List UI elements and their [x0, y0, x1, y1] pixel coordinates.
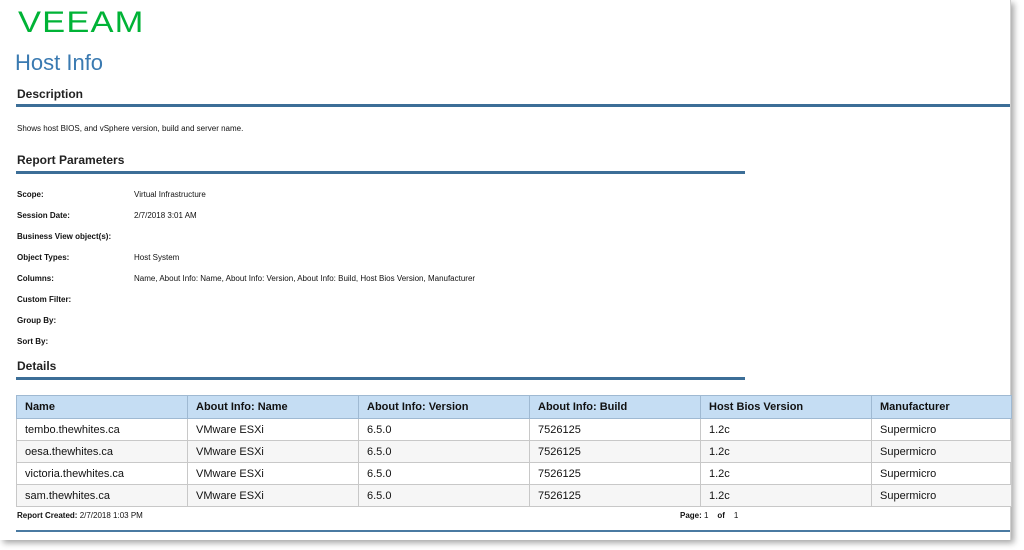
description-divider	[16, 104, 1010, 107]
report-page: VEEAM Host Info Description Shows host B…	[0, 0, 1012, 540]
table-cell: 1.2c	[700, 462, 872, 485]
table-cell: 7526125	[529, 484, 701, 507]
table-cell: victoria.thewhites.ca	[16, 462, 188, 485]
table-cell: VMware ESXi	[187, 440, 359, 463]
param-row-object-types: Object Types: Host System	[17, 253, 179, 262]
param-value: Virtual Infrastructure	[134, 190, 206, 199]
param-value: Name, About Info: Name, About Info: Vers…	[134, 274, 476, 283]
footer-divider	[16, 530, 1010, 532]
param-label: Business View object(s):	[17, 232, 112, 241]
param-label: Sort By:	[17, 337, 49, 346]
table-row: sam.thewhites.ca VMware ESXi 6.5.0 75261…	[16, 484, 1012, 507]
report-created: Report Created: 2/7/2018 1:03 PM	[17, 511, 143, 520]
page-total: 1	[733, 511, 739, 520]
table-row: victoria.thewhites.ca VMware ESXi 6.5.0 …	[16, 462, 1012, 485]
page-indicator: Page: 1 of 1	[680, 511, 738, 520]
table-cell: 6.5.0	[358, 440, 530, 463]
param-row-business-view: Business View object(s):	[17, 232, 134, 241]
table-cell: VMware ESXi	[187, 484, 359, 507]
page-title: Host Info	[15, 50, 104, 75]
report-created-value: 2/7/2018 1:03 PM	[79, 511, 143, 520]
table-cell: 7526125	[529, 418, 701, 441]
table-cell: 1.2c	[700, 418, 872, 441]
description-text: Shows host BIOS, and vSphere version, bu…	[17, 124, 244, 133]
table-cell: sam.thewhites.ca	[16, 484, 188, 507]
column-header-name: Name	[16, 395, 188, 419]
param-label: Custom Filter:	[17, 295, 72, 304]
description-heading: Description	[17, 87, 84, 101]
table-header-row: Name About Info: Name About Info: Versio…	[16, 395, 1012, 419]
table-cell: 6.5.0	[358, 462, 530, 485]
param-label: Group By:	[17, 316, 57, 325]
page-label: Page:	[680, 511, 702, 520]
details-heading: Details	[17, 359, 57, 373]
param-label: Columns:	[17, 274, 54, 283]
param-row-scope: Scope: Virtual Infrastructure	[17, 190, 206, 199]
table-row: oesa.thewhites.ca VMware ESXi 6.5.0 7526…	[16, 440, 1012, 463]
page-current: 1	[704, 511, 709, 520]
column-header-bios-version: Host Bios Version	[700, 395, 872, 419]
details-divider	[16, 377, 745, 380]
table-cell: 7526125	[529, 462, 701, 485]
report-parameters-heading: Report Parameters	[17, 153, 125, 167]
details-table: Name About Info: Name About Info: Versio…	[16, 395, 1012, 507]
table-cell: oesa.thewhites.ca	[16, 440, 188, 463]
param-label: Scope:	[17, 190, 44, 199]
table-row: tembo.thewhites.ca VMware ESXi 6.5.0 752…	[16, 418, 1012, 441]
param-row-custom-filter: Custom Filter:	[17, 295, 134, 304]
column-header-manufacturer: Manufacturer	[871, 395, 1012, 419]
report-created-label: Report Created:	[17, 511, 78, 520]
table-cell: Supermicro	[871, 462, 1012, 485]
veeam-logo: VEEAM	[18, 6, 145, 39]
report-parameters-divider	[16, 171, 745, 174]
param-value: Host System	[134, 253, 180, 262]
column-header-about-version: About Info: Version	[358, 395, 530, 419]
table-cell: 6.5.0	[358, 418, 530, 441]
table-cell: 7526125	[529, 440, 701, 463]
table-cell: Supermicro	[871, 418, 1012, 441]
table-cell: VMware ESXi	[187, 462, 359, 485]
page-of-label: of	[717, 511, 725, 520]
param-row-group-by: Group By:	[17, 316, 134, 325]
param-label: Session Date:	[17, 211, 70, 220]
table-cell: 1.2c	[700, 484, 872, 507]
table-cell: VMware ESXi	[187, 418, 359, 441]
table-cell: 1.2c	[700, 440, 872, 463]
table-cell: Supermicro	[871, 440, 1012, 463]
param-label: Object Types:	[17, 253, 70, 262]
table-cell: tembo.thewhites.ca	[16, 418, 188, 441]
table-cell: Supermicro	[871, 484, 1012, 507]
param-row-sort-by: Sort By:	[17, 337, 134, 346]
table-cell: 6.5.0	[358, 484, 530, 507]
param-row-session-date: Session Date: 2/7/2018 3:01 AM	[17, 211, 197, 220]
column-header-about-build: About Info: Build	[529, 395, 701, 419]
param-value: 2/7/2018 3:01 AM	[134, 211, 197, 220]
param-row-columns: Columns: Name, About Info: Name, About I…	[17, 274, 475, 283]
column-header-about-name: About Info: Name	[187, 395, 359, 419]
